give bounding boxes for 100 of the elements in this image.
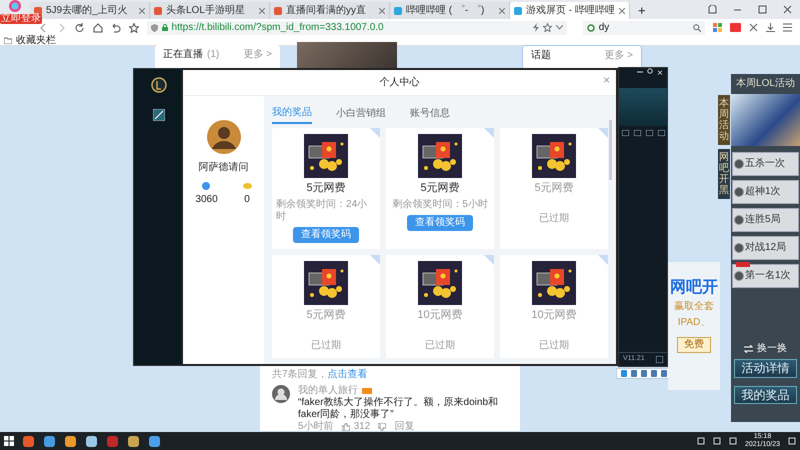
extension-icon[interactable]	[730, 23, 742, 32]
gem-icon	[202, 182, 212, 190]
ad-headline: 网吧开	[670, 278, 718, 298]
login-badge[interactable]: 立即登录	[0, 14, 42, 24]
undo-icon[interactable]	[110, 22, 121, 32]
close-icon[interactable]	[499, 8, 505, 14]
tab-favicon-icon	[514, 6, 522, 14]
tab-favicon-icon	[274, 6, 282, 14]
thumb-down-icon[interactable]	[378, 423, 386, 431]
ad-text: 赢取全套	[674, 301, 714, 314]
cloud-icon[interactable]	[85, 434, 98, 448]
activity-button[interactable]: 我的奖品	[734, 386, 797, 404]
game-logo-icon[interactable]	[127, 434, 140, 448]
task-item[interactable]: 连胜5局	[732, 208, 799, 232]
scissors-icon[interactable]	[749, 23, 758, 32]
level-icon	[362, 388, 372, 394]
tab-favicon-icon	[394, 6, 402, 14]
reload-icon[interactable]	[74, 22, 85, 32]
lock-icon	[162, 24, 168, 31]
medal-icon	[734, 159, 744, 169]
dialog-tab[interactable]: 小白营销组	[336, 104, 386, 124]
comment-text: “faker教练大了操作不行了。额，原来doinb和faker同龄，那没事了”	[298, 397, 500, 420]
prize-image	[304, 134, 348, 178]
search-engine-icon	[586, 24, 595, 32]
prize-image	[418, 134, 462, 178]
medal-icon	[734, 271, 744, 281]
comment-time: 5小时前	[298, 421, 334, 433]
side-tab[interactable]: 本周活动	[718, 95, 730, 145]
remaining-time: 剩余领奖时间：5小时	[392, 199, 488, 212]
home-icon[interactable]	[92, 22, 103, 32]
bookmarks-label[interactable]: 收藏夹栏	[16, 36, 56, 46]
medal-icon	[734, 243, 744, 253]
download-icon[interactable]	[766, 23, 776, 32]
task-item[interactable]: 第一名1次	[732, 264, 799, 288]
close-icon[interactable]	[379, 8, 385, 14]
browser-icon[interactable]	[43, 434, 56, 448]
star-icon[interactable]	[542, 23, 552, 32]
expired-status: 已过期	[539, 340, 570, 352]
avatar-icon	[206, 120, 241, 154]
caret-icon[interactable]	[556, 25, 563, 30]
task-item[interactable]: 五杀一次	[732, 152, 799, 176]
swap-icon[interactable]	[744, 345, 753, 354]
task-item[interactable]: 对战12局	[732, 236, 799, 260]
topic-title: 话题	[531, 50, 551, 63]
search-field[interactable]: dy	[582, 20, 706, 34]
apps-icon[interactable]	[713, 23, 722, 32]
browser-tab[interactable]: 哔哩哔哩 ( ゜- ゜)	[390, 2, 510, 19]
prize-name: 5元网费	[306, 309, 346, 322]
user-name: 阿萨德请问	[198, 162, 249, 174]
tab-favicon-icon	[154, 6, 162, 14]
free-button[interactable]: 免费	[677, 337, 711, 354]
prize-name: 5元网费	[420, 182, 460, 196]
expired-status: 已过期	[425, 340, 456, 352]
start-icon[interactable]	[4, 436, 14, 446]
close-icon[interactable]	[139, 8, 145, 14]
menu-icon[interactable]	[783, 23, 792, 32]
maximize-icon[interactable]	[758, 5, 767, 14]
browser-tab[interactable]: 直播间看满的yy直	[270, 2, 390, 19]
game-mode-icon[interactable]	[153, 109, 165, 121]
expired-status: 已过期	[539, 213, 570, 226]
scrollbar[interactable]	[609, 120, 612, 180]
prize-image	[532, 261, 576, 306]
stat-value: 0	[244, 194, 250, 206]
browser-tab[interactable]: 游戏屏页 - 哔哩哔哩	[510, 2, 630, 19]
live-count: (1)	[207, 49, 220, 62]
prize-name: 10元网费	[417, 309, 463, 322]
activity-button[interactable]: 活动详情	[734, 359, 797, 378]
medal-icon	[734, 187, 744, 197]
prize-name: 5元网费	[306, 182, 346, 196]
close-icon[interactable]	[619, 8, 625, 14]
game-logo-icon[interactable]	[151, 77, 167, 93]
thumb-up-icon[interactable]	[342, 423, 350, 431]
event-banner	[731, 94, 800, 146]
side-tab[interactable]: 网吧开黑	[718, 149, 730, 199]
like-count: 312	[354, 421, 370, 433]
task-item[interactable]: 超神1次	[732, 180, 799, 204]
expired-status: 已过期	[311, 340, 342, 352]
remaining-time: 剩余领奖时间：24小时	[276, 199, 368, 224]
prize-image	[532, 134, 576, 178]
video-thumbnail[interactable]	[297, 42, 397, 70]
coin-icon	[242, 182, 252, 190]
lightning-icon[interactable]	[532, 23, 539, 32]
shuffle-link[interactable]: 换一换	[757, 343, 787, 356]
prize-name: 5元网费	[534, 182, 574, 196]
settings-icon[interactable]	[647, 68, 654, 74]
star-icon[interactable]	[128, 22, 139, 32]
browser-logo-icon[interactable]	[8, 0, 22, 12]
prize-image	[304, 261, 348, 306]
prize-name: 10元网费	[531, 309, 577, 322]
chat-banner	[619, 88, 667, 126]
dialog-tab[interactable]: 账号信息	[410, 104, 450, 124]
ad-text: IPAD、	[678, 317, 710, 330]
address-bar[interactable]: https://t.bilibili.com/?spm_id_from=333.1007.0.0	[146, 20, 567, 34]
close-icon[interactable]	[259, 8, 265, 14]
medal-icon	[734, 215, 744, 225]
tab-favicon-icon	[34, 6, 42, 14]
browser-tab[interactable]: 头条LOL手游明星	[150, 2, 270, 19]
close-button[interactable]: ×	[657, 68, 663, 80]
new-tab-button[interactable]: +	[630, 3, 654, 19]
close-icon[interactable]	[783, 5, 792, 14]
